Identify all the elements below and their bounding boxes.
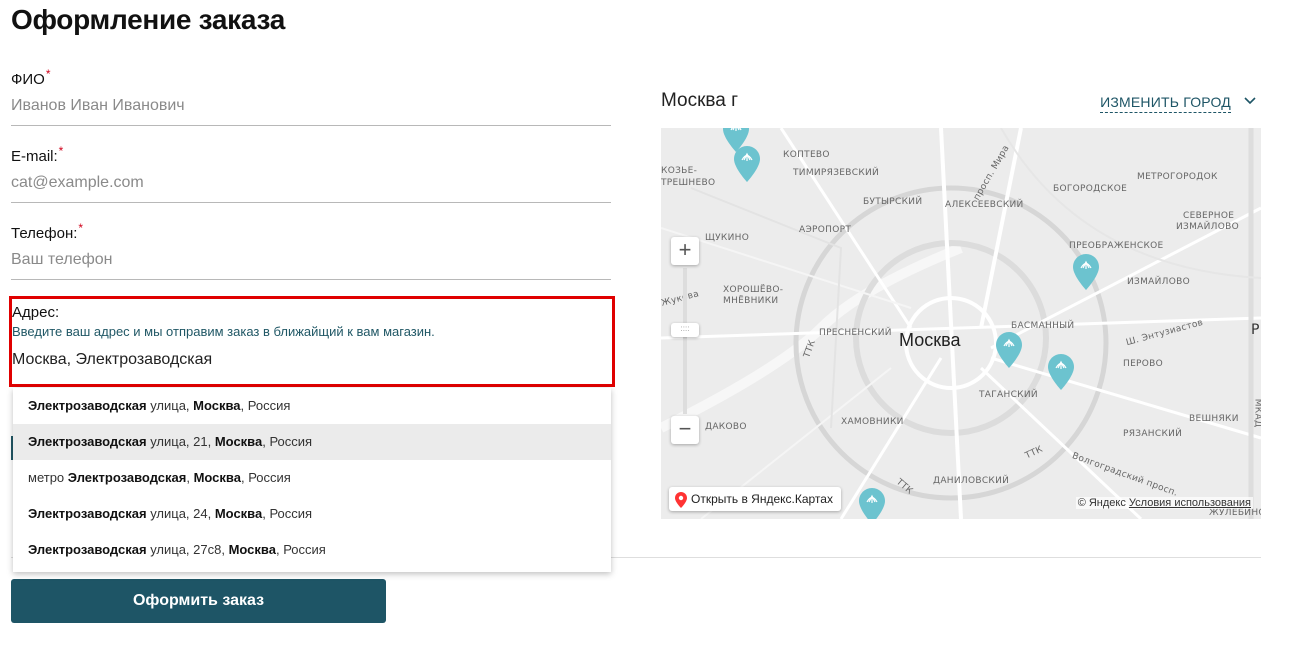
- map-label: БУТЫРСКИЙ: [863, 197, 923, 207]
- map-label: ДАНИЛОВСКИЙ: [933, 476, 1010, 486]
- map-label: СЕВЕРНОЕ: [1183, 211, 1235, 221]
- suggestion-text: , Россия: [262, 506, 313, 521]
- suggestion-text: ,: [186, 470, 194, 485]
- suggestion-match-text: Электрозаводская: [28, 506, 147, 521]
- suggestion-match-text: Электрозаводская: [28, 398, 147, 413]
- chevron-down-icon[interactable]: [1243, 94, 1257, 108]
- map-label: Р: [1251, 322, 1260, 338]
- phone-label: Телефон:*: [11, 221, 84, 242]
- map-roads: [661, 128, 1261, 519]
- suggestion-text: улица, 27с8,: [146, 542, 229, 557]
- map-pin-icon: [675, 491, 687, 508]
- zoom-in-button[interactable]: +: [671, 237, 699, 265]
- map-label: ПЕРОВО: [1123, 359, 1164, 369]
- required-mark: *: [78, 221, 84, 235]
- map-label: ТИМИРЯЗЕВСКИЙ: [793, 168, 880, 178]
- terms-of-use-link[interactable]: Условия использования: [1129, 497, 1251, 509]
- address-label: Адрес:: [12, 304, 60, 321]
- suggestion-match-text: Электрозаводская: [28, 542, 147, 557]
- map-label: ЩУКИНО: [705, 233, 750, 243]
- store-pin-icon[interactable]: [734, 146, 760, 182]
- suggestion-text: метро: [28, 470, 68, 485]
- map-label: ХАМОВНИКИ: [841, 417, 904, 427]
- zoom-out-button[interactable]: −: [671, 416, 699, 444]
- map-label: ТРЕШНЕВО: [661, 178, 716, 188]
- suggestion-text: , Россия: [240, 470, 291, 485]
- suggestion-match-text: Москва: [193, 398, 241, 413]
- map-label: КОЗЬЕ-: [661, 166, 698, 176]
- phone-input[interactable]: [11, 251, 611, 280]
- map-label: ИЗМАЙЛОВО: [1127, 277, 1190, 287]
- city-name: Москва г: [661, 90, 739, 111]
- suggestion-text: , Россия: [240, 398, 291, 413]
- suggestion-match-text: Москва: [214, 506, 263, 521]
- suggestion-match-text: Электрозаводская: [28, 434, 147, 449]
- map-label: ПРЕСНЕНСКИЙ: [819, 328, 892, 338]
- phone-field: Телефон:*: [11, 221, 611, 280]
- yandex-map[interactable]: КОПТЕВО КОЗЬЕ- ТРЕШНЕВО ТИМИРЯЗЕВСКИЙ пр…: [661, 128, 1261, 519]
- address-suggestion-item[interactable]: Электрозаводская улица, 27с8, Москва, Ро…: [13, 532, 611, 568]
- email-label: E-mail:*: [11, 144, 64, 165]
- email-input[interactable]: [11, 174, 611, 203]
- suggestion-text: , Россия: [275, 542, 326, 557]
- fio-label: ФИО*: [11, 67, 51, 88]
- suggestion-match-text: Электрозаводская: [67, 470, 187, 485]
- city-selector: Москва г ИЗМЕНИТЬ ГОРОД: [661, 90, 1261, 118]
- map-label: МКАД: [1252, 398, 1261, 428]
- map-label: БОГОРОДСКОЕ: [1053, 184, 1128, 194]
- address-hint: Введите ваш адрес и мы отправим заказ в …: [12, 324, 435, 339]
- change-city-link[interactable]: ИЗМЕНИТЬ ГОРОД: [1100, 94, 1231, 113]
- fio-input[interactable]: [11, 97, 611, 126]
- suggestion-text: , Россия: [262, 434, 313, 449]
- suggestion-match-text: Москва: [214, 434, 263, 449]
- map-label: ХОРОШЁВО-: [723, 285, 784, 295]
- open-in-yandex-maps-button[interactable]: Открыть в Яндекс.Картах: [669, 487, 841, 511]
- copyright-text: © Яндекс: [1077, 497, 1126, 509]
- submit-order-button[interactable]: Оформить заказ: [11, 579, 386, 623]
- address-suggestion-item[interactable]: Электрозаводская улица, 21, Москва, Росс…: [13, 424, 611, 460]
- suggestion-match-text: Москва: [193, 470, 241, 485]
- suggestion-text: улица, 24,: [146, 506, 215, 521]
- map-label: АЭРОПОРТ: [799, 225, 852, 235]
- zoom-track[interactable]: [683, 268, 687, 414]
- suggestion-text: улица, 21,: [146, 434, 215, 449]
- map-label: ВЕШНЯКИ: [1189, 414, 1239, 424]
- map-label: ЖУЛЕБИНО: [1209, 508, 1261, 518]
- map-label: ДАКОВО: [705, 422, 747, 432]
- address-field-highlight: Адрес: Введите ваш адрес и мы отправим з…: [9, 296, 615, 387]
- map-label: БАСМАННЫЙ: [1011, 321, 1075, 331]
- map-label: ИЗМАЙЛОВО: [1176, 222, 1239, 232]
- store-pin-icon[interactable]: [996, 332, 1022, 368]
- map-label: МНЁВНИКИ: [723, 296, 779, 306]
- address-suggestion-item[interactable]: Электрозаводская улица, Москва, Россия: [13, 388, 611, 424]
- address-input[interactable]: [12, 351, 612, 369]
- store-pin-icon[interactable]: [859, 488, 885, 519]
- map-label: ТАГАНСКИЙ: [979, 390, 1038, 400]
- map-label: ПРЕОБРАЖЕНСКОЕ: [1069, 241, 1164, 251]
- zoom-slider-handle[interactable]: ::::: [671, 323, 699, 337]
- required-mark: *: [58, 144, 64, 158]
- map-city-label: Москва: [899, 330, 961, 350]
- store-pin-icon[interactable]: [1073, 254, 1099, 290]
- address-suggestion-item[interactable]: Электрозаводская улица, 24, Москва, Росс…: [13, 496, 611, 532]
- map-label: АЛЕКСЕЕВСКИЙ: [945, 200, 1024, 210]
- address-suggestion-item[interactable]: метро Электрозаводская, Москва, Россия: [13, 460, 611, 496]
- email-field: E-mail:*: [11, 144, 611, 203]
- open-in-yandex-label: Открыть в Яндекс.Картах: [691, 492, 833, 506]
- suggestion-match-text: Москва: [228, 542, 276, 557]
- required-mark: *: [45, 67, 51, 81]
- suggestion-text: улица,: [146, 398, 194, 413]
- map-copyright: © Яндекс Условия использования: [1075, 497, 1253, 509]
- map-label: КОПТЕВО: [783, 150, 830, 160]
- page-title: Оформление заказа: [11, 4, 285, 35]
- map-label: МЕТРОГОРОДОК: [1137, 172, 1218, 182]
- store-pin-icon[interactable]: [1048, 354, 1074, 390]
- fio-field: ФИО*: [11, 67, 611, 126]
- map-label: РЯЗАНСКИЙ: [1123, 429, 1183, 439]
- address-suggestions-dropdown: Электрозаводская улица, Москва, Россия Эл…: [13, 388, 611, 572]
